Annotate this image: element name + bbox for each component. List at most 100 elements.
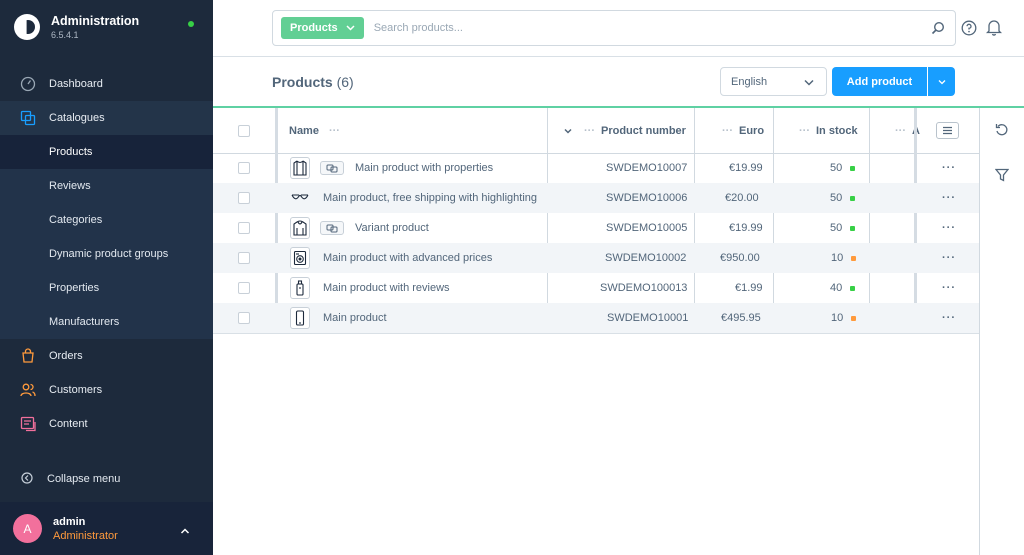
nav-item-label: Dashboard — [49, 78, 103, 90]
row-actions-button[interactable]: ··· — [942, 213, 956, 243]
product-number: SWDEMO10007 — [606, 162, 688, 174]
product-name-link[interactable]: Main product with properties — [355, 162, 493, 174]
main-navigation: Dashboard Catalogues Products Reviews Ca… — [0, 67, 213, 441]
page-title-text: Products — [272, 74, 333, 90]
refresh-icon[interactable] — [995, 123, 1009, 140]
shirt-icon — [290, 157, 310, 179]
row-actions-button[interactable]: ··· — [942, 273, 956, 303]
row-checkbox[interactable] — [238, 243, 250, 273]
select-all-checkbox[interactable] — [238, 108, 250, 154]
catalogue-submenu: Products Reviews Categories Dynamic prod… — [0, 135, 213, 339]
product-name-link[interactable]: Main product — [323, 312, 387, 324]
nav-item-catalogues[interactable]: Catalogues — [0, 101, 213, 135]
phone-icon — [290, 307, 310, 329]
row-checkbox[interactable] — [238, 153, 250, 183]
collapse-icon — [21, 471, 33, 487]
sub-item-categories[interactable]: Categories — [0, 203, 213, 237]
sub-item-products[interactable]: Products — [0, 135, 213, 169]
filter-icon[interactable] — [994, 168, 1010, 185]
column-menu-icon[interactable]: ··· — [895, 125, 906, 137]
product-name-link[interactable]: Main product with reviews — [323, 282, 450, 294]
column-header-name[interactable]: Name ··· — [289, 108, 340, 154]
product-number: SWDEMO10001 — [607, 312, 689, 324]
brand[interactable]: Administration 6.5.4.1 — [14, 14, 139, 40]
avatar: A — [13, 514, 42, 543]
content-icon — [20, 416, 36, 432]
nav-item-label: Orders — [49, 350, 83, 362]
nav-item-dashboard[interactable]: Dashboard — [0, 67, 213, 101]
column-menu-icon[interactable]: ··· — [799, 125, 810, 137]
product-name-link[interactable]: Main product with advanced prices — [323, 252, 492, 264]
dashboard-icon — [20, 76, 36, 92]
column-header-stock[interactable]: ··· In stock — [799, 108, 858, 154]
search-type-dropdown[interactable]: Products — [281, 17, 364, 39]
table-row[interactable]: Main product with properties SWDEMO10007… — [213, 153, 979, 183]
product-price: €20.00 — [725, 192, 759, 204]
table-row[interactable]: Main product, free shipping with highlig… — [213, 183, 979, 213]
product-price: €19.99 — [729, 162, 763, 174]
product-name-link[interactable]: Variant product — [355, 222, 429, 234]
search-input[interactable] — [373, 22, 894, 34]
header-divider — [213, 56, 1024, 57]
row-checkbox[interactable] — [238, 183, 250, 213]
search-icon[interactable] — [931, 21, 945, 38]
product-name-link[interactable]: Main product, free shipping with highlig… — [323, 192, 537, 204]
nav-item-label: Customers — [49, 384, 103, 396]
sub-item-reviews[interactable]: Reviews — [0, 169, 213, 203]
nav-item-label: Content — [49, 418, 88, 430]
table-row[interactable]: Main product SWDEMO10001 €495.95 10 ··· — [213, 303, 979, 333]
column-menu-icon[interactable]: ··· — [329, 125, 340, 137]
nav-item-orders[interactable]: Orders — [0, 339, 213, 373]
product-price: €950.00 — [720, 252, 760, 264]
stock-status-indicator — [850, 285, 856, 291]
column-header-price[interactable]: ··· Euro — [722, 108, 764, 154]
grid-settings-button[interactable] — [936, 122, 959, 139]
customers-icon — [20, 382, 36, 398]
add-product-options-button[interactable] — [928, 67, 955, 96]
row-actions-button[interactable]: ··· — [942, 183, 956, 213]
product-price: €19.99 — [729, 222, 763, 234]
table-row[interactable]: Main product with advanced prices SWDEMO… — [213, 243, 979, 273]
app-title: Administration — [51, 14, 140, 28]
page-title: Products (6) — [272, 74, 354, 90]
sub-item-properties[interactable]: Properties — [0, 271, 213, 305]
row-actions-button[interactable]: ··· — [942, 303, 956, 333]
app-version: 6.5.4.1 — [51, 30, 79, 40]
grid-bottom-border — [213, 333, 979, 334]
sidebar-actions-panel — [979, 108, 1024, 555]
column-label: Euro — [739, 125, 765, 137]
row-actions-button[interactable]: ··· — [942, 243, 956, 273]
user-profile[interactable]: A admin Administrator — [0, 502, 213, 555]
product-grid: Name ··· ··· Product number ··· Euro ···… — [213, 108, 979, 555]
global-search: Products — [272, 10, 956, 46]
grid-header: Name ··· ··· Product number ··· Euro ···… — [213, 108, 979, 154]
column-menu-icon[interactable]: ··· — [584, 125, 595, 137]
nav-item-customers[interactable]: Customers — [0, 373, 213, 407]
nav-item-content[interactable]: Content — [0, 407, 213, 441]
chevron-up-icon[interactable] — [180, 526, 190, 538]
row-checkbox[interactable] — [238, 273, 250, 303]
column-header-number[interactable]: ··· Product number — [564, 108, 686, 154]
chevron-down-icon — [938, 76, 946, 88]
row-checkbox[interactable] — [238, 213, 250, 243]
table-row[interactable]: Variant product SWDEMO10005 €19.99 50 ··… — [213, 213, 979, 243]
sort-descending-icon[interactable] — [564, 125, 572, 137]
language-switch[interactable]: English — [720, 67, 827, 96]
help-icon[interactable] — [961, 20, 977, 39]
bell-icon[interactable] — [985, 19, 1003, 39]
language-label: English — [731, 75, 768, 88]
add-product-button[interactable]: Add product — [832, 67, 927, 96]
column-menu-icon[interactable]: ··· — [722, 125, 733, 137]
collapse-label: Collapse menu — [47, 473, 121, 485]
collapse-menu-button[interactable]: Collapse menu — [0, 462, 213, 496]
shopware-logo-icon — [14, 14, 40, 40]
row-checkbox[interactable] — [238, 303, 250, 333]
row-actions-button[interactable]: ··· — [942, 153, 956, 183]
stock-value: 10 — [831, 252, 844, 264]
sub-item-manufacturers[interactable]: Manufacturers — [0, 305, 213, 339]
sub-item-dynamic-product-groups[interactable]: Dynamic product groups — [0, 237, 213, 271]
sunglasses-icon — [290, 193, 310, 203]
table-row[interactable]: Main product with reviews SWDEMO100013 €… — [213, 273, 979, 303]
stock-status-indicator — [851, 255, 857, 261]
stock-value: 10 — [831, 312, 844, 324]
